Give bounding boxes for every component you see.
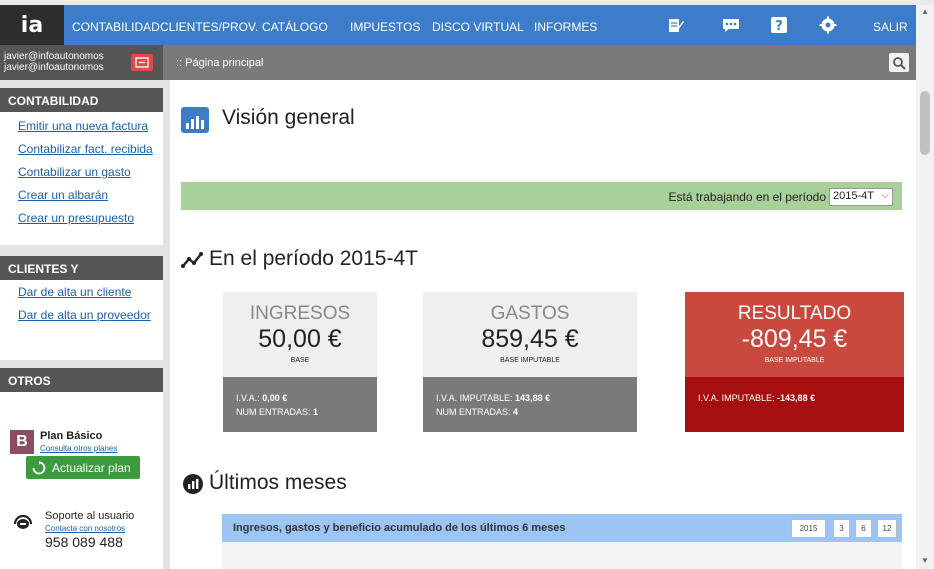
nav-item-contabilidad[interactable]: CONTABILIDAD [72,20,160,34]
chart-panel-title: Ingresos, gastos y beneficio acumulado d… [233,522,566,534]
card-value: 859,45 € [481,325,579,353]
nav-item-clientes[interactable]: CLIENTES/PROV. [160,20,258,34]
card-title: RESULTADO [737,303,852,324]
scroll-thumb[interactable] [920,91,930,155]
scroll-down-icon[interactable]: ▼ [920,556,930,566]
sidebar-link-alta-proveedor[interactable]: Dar de alta un proveedor [0,304,163,327]
detail-value: 4 [513,407,519,417]
top-navigation-bar: ia CONTABILIDAD CLIENTES/PROV. CATÁLOGO … [0,5,916,45]
detail-value: -143,88 € [777,393,816,403]
sidebar-panel-otros: OTROS B Plan Básico Consulta otros plane… [0,368,163,569]
chart-bars-icon [181,107,209,133]
section-title-months: Últimos meses [209,471,347,494]
card-details: I.V.A.: 0,00 € NUM ENTRADAS: 1 [223,377,377,432]
range-button-12[interactable]: 12 [877,519,897,538]
breadcrumb[interactable]: :: Página principal [176,57,263,69]
chevron-down-icon: ⌵ [881,190,889,201]
detail-label: I.V.A. IMPUTABLE: [698,393,775,403]
logout-button[interactable]: SALIR [873,20,908,34]
notes-edit-icon[interactable] [665,14,687,36]
logout-icon[interactable] [131,54,153,71]
detail-value: 1 [313,407,319,417]
support-phone: 958 089 488 [45,534,123,550]
detail-label: NUM ENTRADAS: [436,407,511,417]
main-content: Visión general Está trabajando en el per… [170,80,916,569]
sidebar-link-crear-presupuesto[interactable]: Crear un presupuesto [0,207,163,230]
card-title: GASTOS [490,303,570,324]
sidebar-link-alta-cliente[interactable]: Dar de alta un cliente [0,281,163,304]
period-select[interactable]: 2015-4T ⌵ [829,188,893,206]
card-top: RESULTADO -809,45 € BASE IMPUTABLE [685,292,904,377]
contact-link[interactable]: Contacta con nosotros [45,524,125,533]
expenses-card: GASTOS 859,45 € BASE IMPUTABLE I.V.A. IM… [423,292,637,432]
support-title: Soporte al usuario [45,510,135,522]
update-plan-label: Actualizar plan [52,460,131,475]
other-plans-link[interactable]: Consulta otros planes [40,444,117,453]
card-top: GASTOS 859,45 € BASE IMPUTABLE [423,292,637,377]
sidebar-panel-title: CONTABILIDAD [0,88,163,112]
search-icon[interactable] [889,53,909,72]
range-button-3[interactable]: 3 [833,519,850,538]
detail-value: 143,88 € [515,393,551,403]
card-sub: BASE IMPUTABLE [764,357,825,364]
card-value: -809,45 € [741,325,848,353]
detail-label: I.V.A.: [236,393,260,403]
update-plan-button[interactable]: Actualizar plan [26,456,140,479]
nav-item-impuestos[interactable]: IMPUESTOS [350,20,420,34]
nav-item-catalogo[interactable]: CATÁLOGO [262,20,328,34]
chart-circle-icon [181,472,205,501]
range-button-2015[interactable]: 2015 [791,519,826,538]
nav-item-disco-virtual[interactable]: DISCO VIRTUAL [432,20,524,34]
sidebar-link-contabilizar-fact-recibida[interactable]: Contabilizar fact. recibida [0,138,163,161]
sidebar-panel-title: OTROS [0,368,163,392]
trend-line-icon [181,251,207,274]
refresh-icon [32,460,46,474]
card-details: I.V.A. IMPUTABLE: -143,88 € [685,377,904,432]
result-card: RESULTADO -809,45 € BASE IMPUTABLE I.V.A… [685,292,904,432]
period-select-value: 2015-4T [833,190,874,202]
user-info: javier@infoautonomos javier@infoautonomo… [0,45,163,80]
card-title: INGRESOS [249,303,351,324]
card-top: INGRESOS 50,00 € BASE [223,292,377,377]
page-scrollbar[interactable]: ▲ ▼ [916,5,934,569]
scroll-up-icon[interactable]: ▲ [920,7,930,17]
headset-icon [12,512,34,532]
months-chart-panel: Ingresos, gastos y beneficio acumulado d… [222,514,902,569]
card-sub: BASE [290,357,310,364]
plan-name: Plan Básico [40,430,103,442]
sidebar-panel-title: CLIENTES Y PROVEEDORES [0,256,163,302]
svg-text:?: ? [775,19,783,34]
period-bar: Está trabajando en el período 2015-4T ⌵ [181,182,902,210]
range-button-6[interactable]: 6 [855,519,872,538]
period-label: Está trabajando en el período [668,190,826,204]
sidebar-panel-contabilidad: CONTABILIDAD Emitir una nueva factura Co… [0,88,163,245]
card-value: 50,00 € [258,325,342,353]
sidebar: CONTABILIDAD Emitir una nueva factura Co… [0,80,170,569]
chat-icon[interactable] [720,14,742,36]
app-logo[interactable]: ia [0,5,64,45]
page-title: Visión general [222,106,355,129]
card-details: I.V.A. IMPUTABLE: 143,88 € NUM ENTRADAS:… [423,377,637,432]
sidebar-panel-clientes: CLIENTES Y PROVEEDORES Dar de alta un cl… [0,256,163,360]
help-icon[interactable]: ? [768,14,790,36]
detail-label: NUM ENTRADAS: [236,407,311,417]
detail-label: I.V.A. IMPUTABLE: [436,393,513,403]
detail-value: 0,00 € [262,393,288,403]
sidebar-link-emitir-factura[interactable]: Emitir una nueva factura [0,115,163,138]
sidebar-link-crear-albaran[interactable]: Crear un albarán [0,184,163,207]
plan-badge: B [10,430,34,454]
income-card: INGRESOS 50,00 € BASE I.V.A.: 0,00 € NUM… [223,292,377,432]
section-title-period: En el período 2015-4T [209,247,418,270]
sidebar-link-contabilizar-gasto[interactable]: Contabilizar un gasto [0,161,163,184]
gear-icon[interactable] [817,14,839,36]
card-sub: BASE IMPUTABLE [500,357,560,364]
sub-header-bar: javier@infoautonomos javier@infoautonomo… [0,45,916,80]
nav-item-informes[interactable]: INFORMES [534,20,597,34]
chart-panel-header: Ingresos, gastos y beneficio acumulado d… [222,514,902,542]
